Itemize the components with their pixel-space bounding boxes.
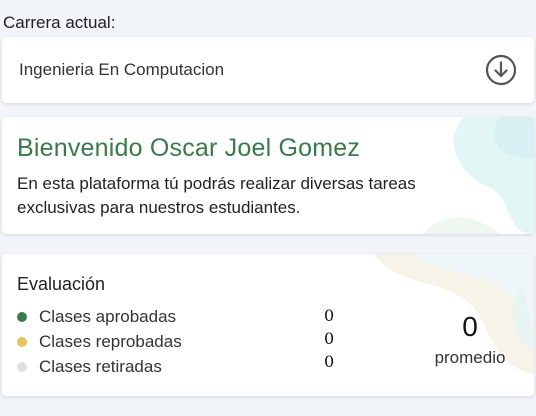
evaluation-card: Evaluación Clases aprobadas Clases repro… xyxy=(2,254,534,396)
evaluation-counts: 0 0 0 xyxy=(324,306,334,375)
withdrawn-label: Clases retiradas xyxy=(39,356,162,376)
withdrawn-count: 0 xyxy=(324,352,335,371)
average-value: 0 xyxy=(462,311,478,342)
welcome-card: Bienvenido Oscar Joel Gomez En esta plat… xyxy=(2,117,534,234)
average-box: 0 promedio xyxy=(420,310,520,368)
failed-count: 0 xyxy=(324,329,335,348)
career-select[interactable]: Ingenieria En Computacion xyxy=(2,37,534,103)
welcome-description: En esta plataforma tú podrás realizar di… xyxy=(17,174,416,217)
list-item: Clases reprobadas xyxy=(17,329,182,354)
withdrawn-dot xyxy=(17,361,27,372)
average-label: promedio xyxy=(434,348,506,367)
list-item: Clases retiradas xyxy=(17,354,182,379)
download-circle-icon[interactable] xyxy=(484,53,518,87)
approved-dot xyxy=(17,311,27,322)
evaluation-title: Evaluación xyxy=(17,274,106,294)
career-selected-value: Ingenieria En Computacion xyxy=(19,60,225,79)
welcome-title: Bienvenido Oscar Joel Gomez xyxy=(17,134,361,162)
approved-count: 0 xyxy=(324,306,335,325)
evaluation-list: Clases aprobadas Clases reprobadas Clase… xyxy=(17,304,182,379)
career-label: Carrera actual: xyxy=(3,13,116,32)
failed-dot xyxy=(17,336,27,347)
list-item: Clases aprobadas xyxy=(17,304,182,329)
failed-label: Clases reprobadas xyxy=(39,331,182,351)
approved-label: Clases aprobadas xyxy=(39,306,177,326)
